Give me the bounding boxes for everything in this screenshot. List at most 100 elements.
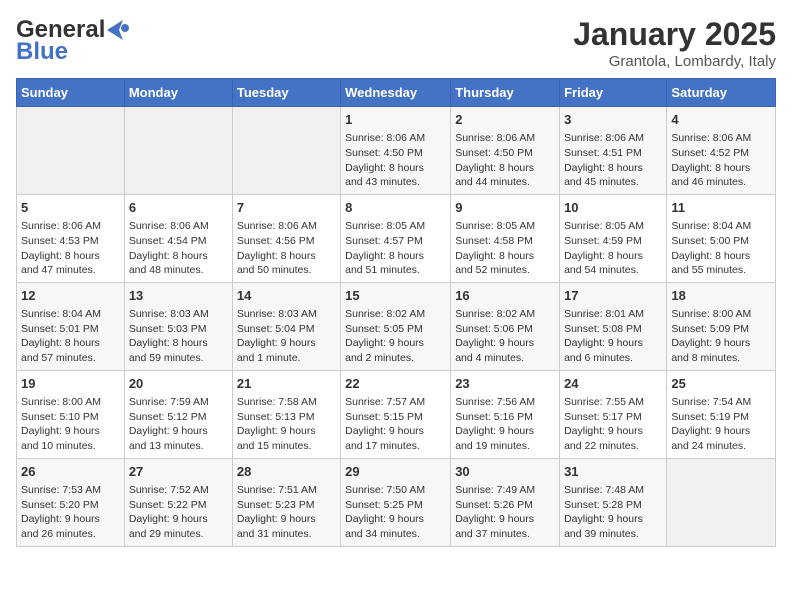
- day-number: 30: [455, 463, 555, 481]
- day-number: 20: [129, 375, 228, 393]
- day-number: 15: [345, 287, 446, 305]
- day-info: Sunrise: 8:03 AM Sunset: 5:04 PM Dayligh…: [237, 307, 336, 366]
- day-info: Sunrise: 8:02 AM Sunset: 5:05 PM Dayligh…: [345, 307, 446, 366]
- day-number: 31: [564, 463, 662, 481]
- day-info: Sunrise: 8:06 AM Sunset: 4:53 PM Dayligh…: [21, 219, 120, 278]
- day-info: Sunrise: 8:01 AM Sunset: 5:08 PM Dayligh…: [564, 307, 662, 366]
- logo: General Blue: [16, 16, 129, 66]
- calendar-cell: 17 Sunrise: 8:01 AM Sunset: 5:08 PM Dayli…: [560, 282, 667, 370]
- day-number: 19: [21, 375, 120, 393]
- calendar-cell: 23Sunrise: 7:56 AM Sunset: 5:16 PM Dayli…: [451, 370, 560, 458]
- calendar-cell: 29 Sunrise: 7:50 AM Sunset: 5:25 PM Dayli…: [341, 458, 451, 546]
- weekday-header-monday: Monday: [124, 79, 232, 107]
- day-info: Sunrise: 7:55 AM Sunset: 5:17 PM Dayligh…: [564, 395, 662, 454]
- logo-blue: Blue: [16, 38, 68, 66]
- day-number: 24: [564, 375, 662, 393]
- calendar-cell: 31Sunrise: 7:48 AM Sunset: 5:28 PM Dayli…: [560, 458, 667, 546]
- calendar-cell: 9 Sunrise: 8:05 AM Sunset: 4:58 PM Daylig…: [451, 194, 560, 282]
- calendar-cell: 28 Sunrise: 7:51 AM Sunset: 5:23 PM Dayli…: [232, 458, 340, 546]
- day-info: Sunrise: 8:06 AM Sunset: 4:56 PM Dayligh…: [237, 219, 336, 278]
- calendar-cell: 19 Sunrise: 8:00 AM Sunset: 5:10 PM Dayli…: [17, 370, 125, 458]
- day-number: 13: [129, 287, 228, 305]
- calendar-cell: 22 Sunrise: 7:57 AM Sunset: 5:15 PM Dayli…: [341, 370, 451, 458]
- day-info: Sunrise: 8:06 AM Sunset: 4:50 PM Dayligh…: [455, 131, 555, 190]
- day-number: 4: [671, 111, 771, 129]
- day-number: 17: [564, 287, 662, 305]
- day-number: 25: [671, 375, 771, 393]
- day-info: Sunrise: 8:00 AM Sunset: 5:10 PM Dayligh…: [21, 395, 120, 454]
- calendar-week-3: 12 Sunrise: 8:04 AM Sunset: 5:01 PM Dayli…: [17, 282, 776, 370]
- day-number: 7: [237, 199, 336, 217]
- calendar-cell: 5Sunrise: 8:06 AM Sunset: 4:53 PM Daylig…: [17, 194, 125, 282]
- page-header: General Blue January 2025 Grantola, Lomb…: [16, 16, 776, 70]
- calendar-cell: 12 Sunrise: 8:04 AM Sunset: 5:01 PM Dayli…: [17, 282, 125, 370]
- day-number: 28: [237, 463, 336, 481]
- weekday-header-row: SundayMondayTuesdayWednesdayThursdayFrid…: [17, 79, 776, 107]
- day-info: Sunrise: 8:05 AM Sunset: 4:58 PM Dayligh…: [455, 219, 555, 278]
- calendar-cell: 13Sunrise: 8:03 AM Sunset: 5:03 PM Dayli…: [124, 282, 232, 370]
- calendar-cell: 11Sunrise: 8:04 AM Sunset: 5:00 PM Dayli…: [667, 194, 776, 282]
- day-number: 29: [345, 463, 446, 481]
- calendar-cell: 30Sunrise: 7:49 AM Sunset: 5:26 PM Dayli…: [451, 458, 560, 546]
- day-info: Sunrise: 8:04 AM Sunset: 5:00 PM Dayligh…: [671, 219, 771, 278]
- calendar-cell: 1Sunrise: 8:06 AM Sunset: 4:50 PM Daylig…: [341, 107, 451, 195]
- calendar-cell: 21 Sunrise: 7:58 AM Sunset: 5:13 PM Dayli…: [232, 370, 340, 458]
- calendar-cell: 26Sunrise: 7:53 AM Sunset: 5:20 PM Dayli…: [17, 458, 125, 546]
- calendar-cell: 27 Sunrise: 7:52 AM Sunset: 5:22 PM Dayli…: [124, 458, 232, 546]
- day-info: Sunrise: 7:54 AM Sunset: 5:19 PM Dayligh…: [671, 395, 771, 454]
- calendar-table: SundayMondayTuesdayWednesdayThursdayFrid…: [16, 78, 776, 547]
- day-info: Sunrise: 7:50 AM Sunset: 5:25 PM Dayligh…: [345, 483, 446, 542]
- day-info: Sunrise: 7:57 AM Sunset: 5:15 PM Dayligh…: [345, 395, 446, 454]
- title-block: January 2025 Grantola, Lombardy, Italy: [573, 16, 776, 70]
- day-number: 12: [21, 287, 120, 305]
- day-info: Sunrise: 8:06 AM Sunset: 4:52 PM Dayligh…: [671, 131, 771, 190]
- weekday-header-wednesday: Wednesday: [341, 79, 451, 107]
- calendar-cell: 10 Sunrise: 8:05 AM Sunset: 4:59 PM Dayli…: [560, 194, 667, 282]
- weekday-header-friday: Friday: [560, 79, 667, 107]
- calendar-cell: 6 Sunrise: 8:06 AM Sunset: 4:54 PM Daylig…: [124, 194, 232, 282]
- logo-bird-icon: [107, 20, 129, 40]
- calendar-cell: [667, 458, 776, 546]
- day-number: 2: [455, 111, 555, 129]
- day-info: Sunrise: 7:52 AM Sunset: 5:22 PM Dayligh…: [129, 483, 228, 542]
- calendar-cell: 4 Sunrise: 8:06 AM Sunset: 4:52 PM Daylig…: [667, 107, 776, 195]
- day-info: Sunrise: 7:56 AM Sunset: 5:16 PM Dayligh…: [455, 395, 555, 454]
- calendar-cell: 25 Sunrise: 7:54 AM Sunset: 5:19 PM Dayli…: [667, 370, 776, 458]
- day-info: Sunrise: 8:04 AM Sunset: 5:01 PM Dayligh…: [21, 307, 120, 366]
- calendar-cell: 2 Sunrise: 8:06 AM Sunset: 4:50 PM Daylig…: [451, 107, 560, 195]
- day-number: 21: [237, 375, 336, 393]
- day-number: 10: [564, 199, 662, 217]
- calendar-cell: [17, 107, 125, 195]
- day-number: 16: [455, 287, 555, 305]
- day-info: Sunrise: 8:00 AM Sunset: 5:09 PM Dayligh…: [671, 307, 771, 366]
- calendar-cell: 20Sunrise: 7:59 AM Sunset: 5:12 PM Dayli…: [124, 370, 232, 458]
- day-number: 8: [345, 199, 446, 217]
- calendar-cell: 14Sunrise: 8:03 AM Sunset: 5:04 PM Dayli…: [232, 282, 340, 370]
- day-number: 22: [345, 375, 446, 393]
- calendar-cell: 24 Sunrise: 7:55 AM Sunset: 5:17 PM Dayli…: [560, 370, 667, 458]
- weekday-header-thursday: Thursday: [451, 79, 560, 107]
- day-info: Sunrise: 7:58 AM Sunset: 5:13 PM Dayligh…: [237, 395, 336, 454]
- day-info: Sunrise: 8:06 AM Sunset: 4:51 PM Dayligh…: [564, 131, 662, 190]
- calendar-cell: 7 Sunrise: 8:06 AM Sunset: 4:56 PM Daylig…: [232, 194, 340, 282]
- day-number: 18: [671, 287, 771, 305]
- weekday-header-saturday: Saturday: [667, 79, 776, 107]
- day-info: Sunrise: 8:06 AM Sunset: 4:54 PM Dayligh…: [129, 219, 228, 278]
- day-number: 3: [564, 111, 662, 129]
- day-number: 1: [345, 111, 446, 129]
- calendar-week-1: 1 Sunrise: 8:06 AM Sunset: 4:50 PM Daylig…: [17, 107, 776, 195]
- day-number: 27: [129, 463, 228, 481]
- day-info: Sunrise: 8:02 AM Sunset: 5:06 PM Dayligh…: [455, 307, 555, 366]
- month-title: January 2025: [573, 16, 776, 53]
- day-info: Sunrise: 7:51 AM Sunset: 5:23 PM Dayligh…: [237, 483, 336, 542]
- calendar-cell: 8 Sunrise: 8:05 AM Sunset: 4:57 PM Daylig…: [341, 194, 451, 282]
- day-number: 6: [129, 199, 228, 217]
- day-number: 26: [21, 463, 120, 481]
- day-info: Sunrise: 8:05 AM Sunset: 4:57 PM Dayligh…: [345, 219, 446, 278]
- calendar-cell: 15 Sunrise: 8:02 AM Sunset: 5:05 PM Dayli…: [341, 282, 451, 370]
- weekday-header-tuesday: Tuesday: [232, 79, 340, 107]
- day-number: 9: [455, 199, 555, 217]
- calendar-cell: [124, 107, 232, 195]
- day-info: Sunrise: 8:05 AM Sunset: 4:59 PM Dayligh…: [564, 219, 662, 278]
- location: Grantola, Lombardy, Italy: [573, 53, 776, 70]
